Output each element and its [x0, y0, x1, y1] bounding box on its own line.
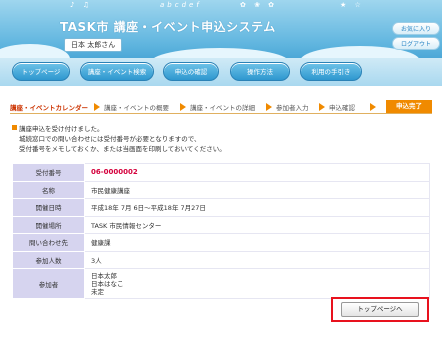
deco-letters: abcdef	[160, 1, 202, 9]
app-title: TASK市 講座・イベント申込システム	[60, 20, 276, 34]
table-row: 開催日時 平成18年 7月 6日～平成18年 7月27日	[12, 198, 430, 217]
top-page-button[interactable]: トップページへ	[341, 302, 419, 317]
row-label: 参加人数	[12, 250, 85, 269]
arrow-right-icon	[266, 103, 272, 111]
table-row: 問い合わせ先 健康課	[12, 233, 430, 252]
logout-button[interactable]: ログアウト	[392, 37, 440, 50]
row-label: 開催場所	[12, 215, 85, 234]
step-complete: 申込完了	[386, 100, 432, 113]
step-calendar[interactable]: 講座・イベントカレンダー	[10, 102, 88, 112]
receipt-number: 06-0000002	[84, 163, 430, 182]
favorites-button[interactable]: お気に入り	[392, 22, 440, 35]
message-line-3: 受付番号をメモしておくか、または当画面を印刷しておいてください。	[19, 145, 226, 153]
participant-count: 3人	[84, 250, 430, 269]
arrow-right-icon	[180, 103, 186, 111]
app-header: abcdef ♪ ♫ ✿ ❀ ✿ ★ ☆ TASK市 講座・イベント申込システム…	[0, 0, 442, 60]
row-label: 開催日時	[12, 198, 85, 217]
row-label: 問い合わせ先	[12, 233, 85, 252]
event-name: 市民健康講座	[84, 180, 430, 199]
nav-top-page[interactable]: トップページ	[12, 62, 70, 81]
nav-howto[interactable]: 操作方法	[230, 62, 290, 81]
arrow-right-icon	[370, 103, 376, 111]
arrow-right-icon	[319, 103, 325, 111]
flower-icon: ✿ ❀ ✿	[240, 1, 278, 9]
contact-department: 健康課	[84, 233, 430, 252]
bullet-icon	[12, 125, 17, 130]
participant-name: 未定	[91, 287, 104, 296]
nav-guide[interactable]: 利用の手引き	[300, 62, 362, 81]
user-name-badge: 日本 太郎さん	[64, 38, 123, 52]
participant-name: 日本はなこ	[91, 279, 124, 288]
step-breadcrumb: 講座・イベントカレンダー 講座・イベントの概要 講座・イベントの詳細 参加者入力…	[10, 100, 432, 114]
participant-name: 日本太郎	[91, 271, 117, 280]
row-label: 参加者	[12, 268, 85, 299]
table-row: 開催場所 TASK 市民情報センター	[12, 215, 430, 234]
table-row: 参加人数 3人	[12, 250, 430, 269]
event-venue: TASK 市民情報センター	[84, 215, 430, 234]
header-decoration: abcdef ♪ ♫ ✿ ❀ ✿ ★ ☆	[40, 0, 440, 12]
event-dates: 平成18年 7月 6日～平成18年 7月27日	[84, 198, 430, 217]
step-detail: 講座・イベントの詳細	[190, 104, 255, 112]
row-label: 名称	[12, 180, 85, 199]
nav-search[interactable]: 講座・イベント検索	[80, 62, 154, 81]
step-confirm: 申込確認	[329, 104, 355, 112]
application-details-table: 受付番号 06-0000002 名称 市民健康講座 開催日時 平成18年 7月 …	[12, 163, 430, 299]
main-nav: トップページ 講座・イベント検索 申込の確認 操作方法 利用の手引き	[0, 58, 442, 86]
table-row: 名称 市民健康講座	[12, 180, 430, 199]
nav-confirm[interactable]: 申込の確認	[163, 62, 219, 81]
star-icon: ★ ☆	[340, 1, 364, 9]
step-participant-input: 参加者入力	[276, 104, 309, 112]
participant-list: 日本太郎 日本はなこ 未定	[84, 268, 430, 299]
arrow-right-icon	[94, 103, 100, 111]
message-line-2: 城続窓口での問い合わせには受付番号が必要となりますので、	[19, 135, 201, 143]
completion-message: 講座申込を受け付けました。 城続窓口での問い合わせには受付番号が必要となりますの…	[12, 124, 432, 154]
row-label: 受付番号	[12, 163, 85, 182]
music-note-icon: ♪ ♫	[70, 1, 92, 9]
message-line-1: 講座申込を受け付けました。	[19, 125, 104, 133]
table-row: 受付番号 06-0000002	[12, 163, 430, 182]
step-overview: 講座・イベントの概要	[104, 104, 169, 112]
table-row: 参加者 日本太郎 日本はなこ 未定	[12, 268, 430, 299]
